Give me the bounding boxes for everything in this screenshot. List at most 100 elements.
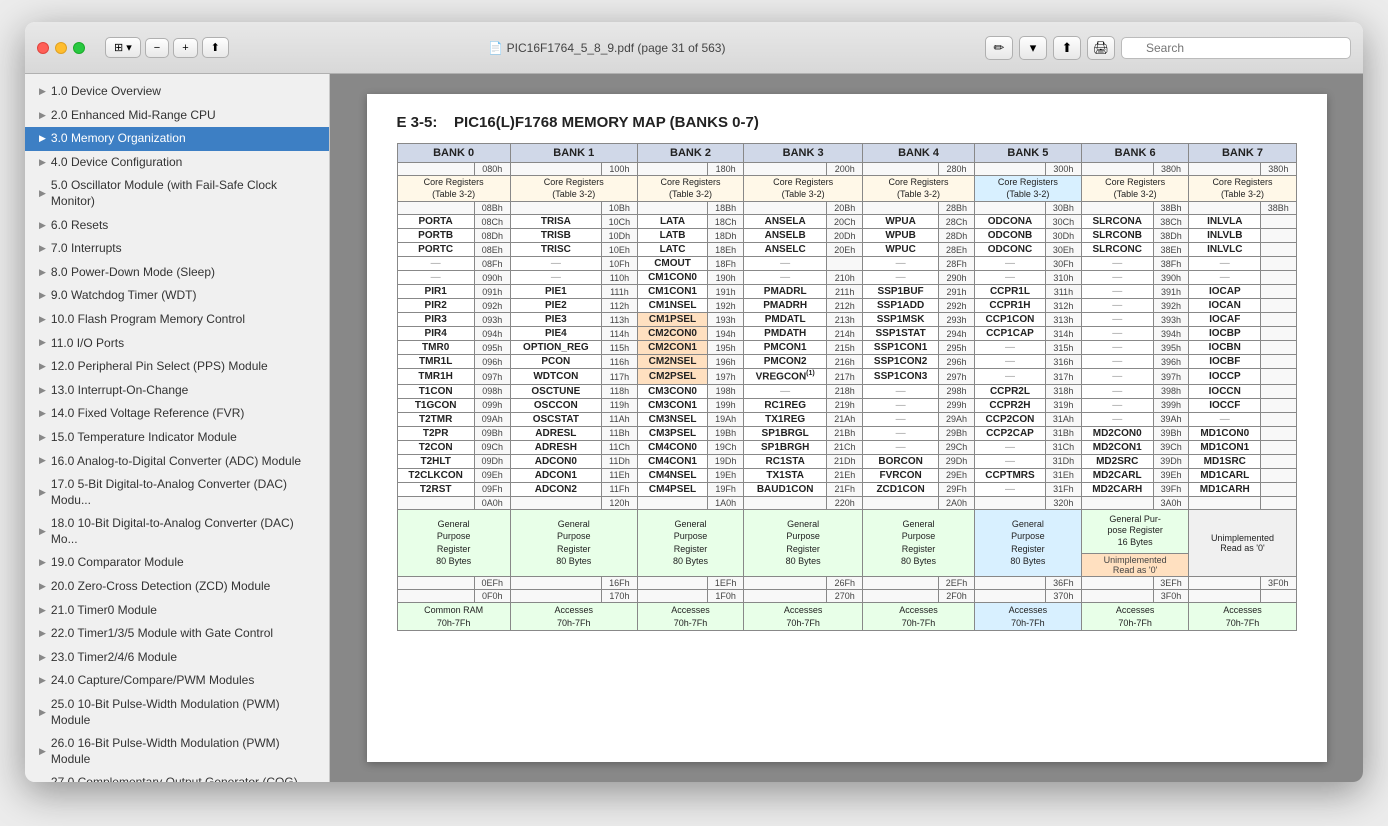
sidebar-item-14[interactable]: ▶ 14.0 Fixed Voltage Reference (FVR): [25, 402, 329, 426]
sidebar-item-label: 2.0 Enhanced Mid-Range CPU: [51, 108, 216, 124]
search-input[interactable]: [1121, 37, 1351, 59]
sidebar-item-12[interactable]: ▶ 12.0 Peripheral Pin Select (PPS) Modul…: [25, 355, 329, 379]
table-row: PIR3093h PIE3113h CM1PSEL193h PMDATL213h…: [397, 313, 1296, 327]
core-reg-cell: Core Registers(Table 3-2): [744, 176, 863, 202]
table-row: PIR1091h PIE1111h CM1CON1191h PMADRL211h…: [397, 285, 1296, 299]
maximize-button[interactable]: [73, 42, 85, 54]
addr-cell: [863, 163, 939, 176]
arrow-icon: ▶: [39, 432, 46, 444]
arrow-icon: ▶: [39, 557, 46, 569]
arrow-icon: ▶: [39, 487, 46, 499]
pdf-area[interactable]: E 3-5: PIC16(L)F1768 MEMORY MAP (BANKS 0…: [330, 74, 1363, 782]
table-row: 0F0h 170h 1F0h 270h 2F0h 370h 3F0h: [397, 590, 1296, 603]
sidebar-item-7[interactable]: ▶ 7.0 Interrupts: [25, 237, 329, 261]
annotate-button[interactable]: ✏: [985, 36, 1013, 60]
sidebar-item-8[interactable]: ▶ 8.0 Power-Down Mode (Sleep): [25, 261, 329, 285]
addr-cell: 380h: [1153, 163, 1189, 176]
arrow-icon: ▶: [39, 86, 46, 98]
arrow-icon: ▶: [39, 314, 46, 326]
table-row: —08Fh —10Fh CMOUT18Fh — —28Fh —30Fh —38F…: [397, 257, 1296, 271]
core-reg-cell: Core Registers(Table 3-2): [1081, 176, 1189, 202]
table-row: T2PR09Bh ADRESL11Bh CM3PSEL19Bh SP1BRGL2…: [397, 426, 1296, 440]
minimize-button[interactable]: [55, 42, 67, 54]
sidebar-item-22[interactable]: ▶ 22.0 Timer1/3/5 Module with Gate Contr…: [25, 622, 329, 646]
core-reg-cell: Core Registers(Table 3-2): [637, 176, 743, 202]
annotate-chevron-button[interactable]: ▾: [1019, 36, 1047, 60]
sidebar-item-label: 15.0 Temperature Indicator Module: [51, 430, 237, 446]
sidebar-item-17[interactable]: ▶ 17.0 5-Bit Digital-to-Analog Converter…: [25, 473, 329, 512]
addr-cell: [1081, 163, 1153, 176]
sidebar-item-24[interactable]: ▶ 24.0 Capture/Compare/PWM Modules: [25, 669, 329, 693]
sidebar-item-4[interactable]: ▶ 4.0 Device Configuration: [25, 151, 329, 175]
sidebar-toggle-button[interactable]: ⊞ ▾: [105, 37, 141, 58]
table-row: TMR1H097h WDTCON117h CM2PSEL197h VREGCON…: [397, 369, 1296, 384]
window-title: 📄 PIC16F1764_5_8_9.pdf (page 31 of 563): [229, 41, 985, 55]
sidebar-item-label: 12.0 Peripheral Pin Select (PPS) Module: [51, 359, 268, 375]
bank3-header: BANK 3: [744, 144, 863, 163]
sidebar-item-23[interactable]: ▶ 23.0 Timer2/4/6 Module: [25, 646, 329, 670]
arrow-icon: ▶: [39, 290, 46, 302]
sidebar-item-15[interactable]: ▶ 15.0 Temperature Indicator Module: [25, 426, 329, 450]
sidebar-item-label: 23.0 Timer2/4/6 Module: [51, 650, 177, 666]
table-row: TMR1L096h PCON116h CM2NSEL196h PMCON2216…: [397, 355, 1296, 369]
export-button[interactable]: ⬆: [1053, 36, 1081, 60]
bank0-header: BANK 0: [397, 144, 510, 163]
sidebar-item-label: 18.0 10-Bit Digital-to-Analog Converter …: [51, 516, 321, 547]
table-row: 0EFh 16Fh 1EFh 26Fh 2EFh 36Fh 3EFh 3F0h: [397, 577, 1296, 590]
zoom-out-button[interactable]: −: [145, 38, 169, 58]
addr-cell: 200h: [827, 163, 863, 176]
pdf-page: E 3-5: PIC16(L)F1768 MEMORY MAP (BANKS 0…: [367, 94, 1327, 762]
table-row: T2TMR09Ah OSCSTAT11Ah CM3NSEL19Ah TX1REG…: [397, 412, 1296, 426]
addr-cell: 380h: [1261, 163, 1296, 176]
content-area: ▶ 1.0 Device Overview ▶ 2.0 Enhanced Mid…: [25, 74, 1363, 782]
sidebar-item-label: 11.0 I/O Ports: [51, 336, 124, 352]
table-row: PIR4094h PIE4114h CM2CON0194h PMDATH214h…: [397, 327, 1296, 341]
zoom-in-button[interactable]: +: [173, 38, 197, 58]
sidebar-item-10[interactable]: ▶ 10.0 Flash Program Memory Control: [25, 308, 329, 332]
memory-map-table: BANK 0 BANK 1 BANK 2 BANK 3 BANK 4 BANK …: [397, 143, 1297, 631]
sidebar-item-label: 1.0 Device Overview: [51, 84, 161, 100]
title-icon: 📄: [488, 41, 506, 55]
arrow-icon: ▶: [39, 605, 46, 617]
arrow-icon: ▶: [39, 675, 46, 687]
sidebar-item-2[interactable]: ▶ 2.0 Enhanced Mid-Range CPU: [25, 104, 329, 128]
bank7-header: BANK 7: [1189, 144, 1296, 163]
sidebar-item-21[interactable]: ▶ 21.0 Timer0 Module: [25, 599, 329, 623]
arrow-icon: ▶: [39, 707, 46, 719]
sidebar-item-label: 20.0 Zero-Cross Detection (ZCD) Module: [51, 579, 270, 595]
sidebar-item-5[interactable]: ▶ 5.0 Oscillator Module (with Fail-Safe …: [25, 174, 329, 213]
addr-cell: 180h: [708, 163, 744, 176]
sidebar-item-20[interactable]: ▶ 20.0 Zero-Cross Detection (ZCD) Module: [25, 575, 329, 599]
toolbar-left: ⊞ ▾ − + ⬆: [105, 37, 229, 58]
table-row: T1GCON099h OSCCON119h CM3CON1199h RC1REG…: [397, 398, 1296, 412]
sidebar-item-27[interactable]: ▶ 27.0 Complementary Output Generator (C…: [25, 771, 329, 782]
table-row: 080h 100h 180h 200h 280h 300h: [397, 163, 1296, 176]
print-button[interactable]: 🖨: [1087, 36, 1115, 60]
addr-cell: 080h: [474, 163, 510, 176]
sidebar-item-13[interactable]: ▶ 13.0 Interrupt-On-Change: [25, 379, 329, 403]
arrow-icon: ▶: [39, 110, 46, 122]
sidebar-item-16[interactable]: ▶ 16.0 Analog-to-Digital Converter (ADC)…: [25, 450, 329, 474]
share-button[interactable]: ⬆: [202, 37, 229, 58]
sidebar-item-3[interactable]: ▶ 3.0 Memory Organization: [25, 127, 329, 151]
addr-cell: [1189, 163, 1261, 176]
sidebar-item-18[interactable]: ▶ 18.0 10-Bit Digital-to-Analog Converte…: [25, 512, 329, 551]
zoom-out-icon: −: [154, 42, 160, 54]
table-row: PORTA08Ch TRISA10Ch LATA18Ch ANSELA20Ch …: [397, 215, 1296, 229]
sidebar-item-label: 17.0 5-Bit Digital-to-Analog Converter (…: [51, 477, 321, 508]
sidebar-item-11[interactable]: ▶ 11.0 I/O Ports: [25, 332, 329, 356]
sidebar-item-label: 25.0 10-Bit Pulse-Width Modulation (PWM)…: [51, 697, 321, 728]
core-reg-cell: Core Registers(Table 3-2): [1189, 176, 1296, 202]
sidebar-item-1[interactable]: ▶ 1.0 Device Overview: [25, 80, 329, 104]
sidebar-item-19[interactable]: ▶ 19.0 Comparator Module: [25, 551, 329, 575]
sidebar-item-6[interactable]: ▶ 6.0 Resets: [25, 214, 329, 238]
sidebar-item-25[interactable]: ▶ 25.0 10-Bit Pulse-Width Modulation (PW…: [25, 693, 329, 732]
sidebar-item-label: 21.0 Timer0 Module: [51, 603, 157, 619]
arrow-icon: ▶: [39, 243, 46, 255]
close-button[interactable]: [37, 42, 49, 54]
table-row: T2CON09Ch ADRESH11Ch CM4CON019Ch SP1BRGH…: [397, 440, 1296, 454]
bank4-header: BANK 4: [863, 144, 975, 163]
arrow-icon: ▶: [39, 188, 46, 200]
sidebar-item-26[interactable]: ▶ 26.0 16-Bit Pulse-Width Modulation (PW…: [25, 732, 329, 771]
sidebar-item-9[interactable]: ▶ 9.0 Watchdog Timer (WDT): [25, 284, 329, 308]
